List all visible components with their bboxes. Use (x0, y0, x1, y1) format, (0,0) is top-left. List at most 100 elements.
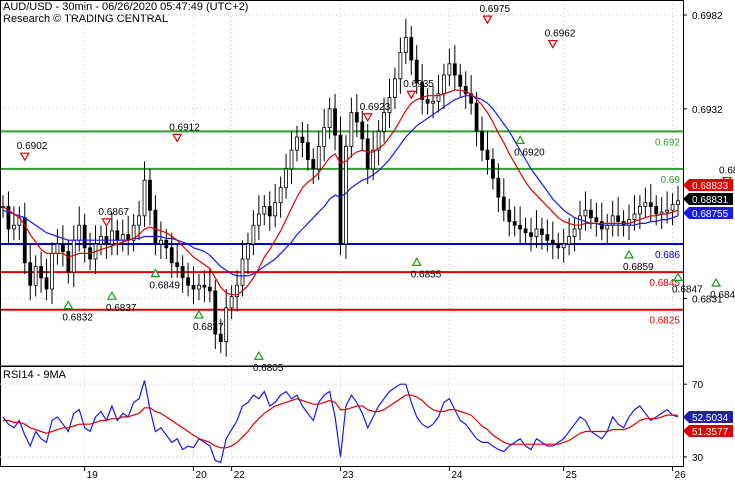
candle-body (186, 277, 190, 286)
low-marker (193, 309, 205, 319)
candle-body (512, 221, 517, 226)
high-marker (101, 218, 112, 228)
candle-body (262, 206, 267, 215)
candle-body (289, 149, 294, 170)
candle-body (349, 112, 354, 147)
candle-body (518, 224, 523, 230)
candle-body (474, 102, 479, 132)
low-marker (711, 277, 722, 287)
high-value-label: 0.6923 (360, 102, 391, 113)
rsi-tick-label: 30 (692, 453, 704, 464)
candle-body (616, 215, 621, 222)
candle-body (50, 252, 54, 290)
candle-body (66, 251, 71, 273)
high-value-label: 0.6912 (169, 122, 200, 133)
low-value-label: 0.6859 (623, 262, 654, 273)
candle-body (251, 224, 256, 245)
candle-body (654, 206, 659, 215)
candle-body (670, 204, 675, 211)
price-tick-label: 0.6932 (692, 105, 723, 116)
candle-body (665, 209, 670, 213)
high-value-label: 0.6902 (17, 141, 48, 152)
candle-body (207, 286, 212, 292)
candle-body (431, 100, 435, 104)
rsi-label: RSI14 - 9MA (3, 369, 66, 381)
candle-body (507, 209, 512, 222)
candle-body (11, 224, 16, 230)
candle-body (109, 230, 114, 245)
candle-body (496, 177, 501, 198)
candle-body (572, 228, 577, 237)
candle-body (676, 200, 680, 205)
candle-body (44, 277, 49, 290)
low-value-label: 0.6920 (514, 147, 545, 158)
rsi-panel-frame (0, 366, 684, 467)
candle-body (224, 307, 229, 343)
high-marker (482, 15, 493, 25)
candle-body (567, 236, 572, 245)
candle-body (77, 224, 82, 241)
annotations: 0.6902 0.6832 0.6867 0.6837 0.6849 0.6912 0.68… (17, 4, 735, 374)
low-marker (106, 290, 117, 300)
level-label: 0.69 (661, 175, 681, 186)
price-tag-label: 0.68755 (692, 209, 729, 220)
candle-body (589, 209, 593, 219)
high-value-label: 0.6962 (545, 29, 576, 40)
low-marker (515, 135, 526, 144)
high-marker (362, 113, 373, 122)
candle-body (202, 284, 207, 288)
time-tick-label: 25 (566, 470, 578, 480)
candle-body (322, 127, 327, 147)
level-label: 0.686 (655, 250, 680, 261)
candle-body (278, 187, 283, 204)
price-tick-label: 0.6831 (692, 294, 723, 305)
candle-body (338, 134, 343, 245)
candle-body (191, 284, 196, 290)
candle-body (523, 228, 528, 234)
candle-body (28, 262, 33, 286)
rsi-value-tag-label: 51.3577 (692, 427, 729, 438)
candle-body (403, 37, 408, 53)
high-marker (19, 152, 30, 162)
candle-body (382, 112, 386, 132)
candle-body (175, 262, 180, 267)
candle-body (501, 196, 506, 211)
time-tick-label: 24 (451, 470, 463, 480)
candle-body (491, 159, 495, 179)
rsi-panel: 70 30 52.5034 51.3577 (0, 380, 733, 464)
candle-body (137, 215, 141, 226)
candle-body (33, 266, 38, 286)
candle-body (82, 224, 87, 249)
time-tick-label: 20 (196, 470, 208, 480)
candle-body (256, 213, 261, 226)
candle-body (594, 217, 599, 222)
candle-body (120, 234, 125, 241)
candle-body (425, 99, 430, 104)
candle-body (284, 168, 288, 189)
candle-body (442, 74, 446, 95)
candle-body (534, 228, 539, 237)
time-tick-label: 22 (234, 470, 246, 480)
candle-body (305, 142, 310, 160)
candles (1, 18, 680, 357)
candle-body (556, 243, 561, 249)
candle-body (273, 202, 278, 217)
candle-body (39, 266, 44, 279)
low-value-label: 0.6837 (106, 303, 137, 314)
candle-body (246, 243, 250, 260)
low-value-label: 0.6849 (149, 281, 180, 292)
high-marker (547, 39, 558, 49)
candle-body (267, 206, 272, 217)
low-marker (672, 272, 684, 281)
candle-body (643, 202, 648, 207)
price-chart: 0.6920.690.6860.68450.6825 0.69020.68320… (0, 0, 735, 480)
price-tick-label: 0.6982 (692, 11, 723, 22)
candle-body (115, 230, 120, 241)
candle-body (458, 74, 463, 87)
rsi-value-tag-label: 52.5034 (692, 413, 729, 424)
low-marker (411, 257, 422, 266)
candle-body (354, 112, 359, 123)
candle-body (327, 108, 332, 129)
high-value-label: 0.6867 (98, 207, 129, 218)
candle-body (393, 78, 397, 99)
